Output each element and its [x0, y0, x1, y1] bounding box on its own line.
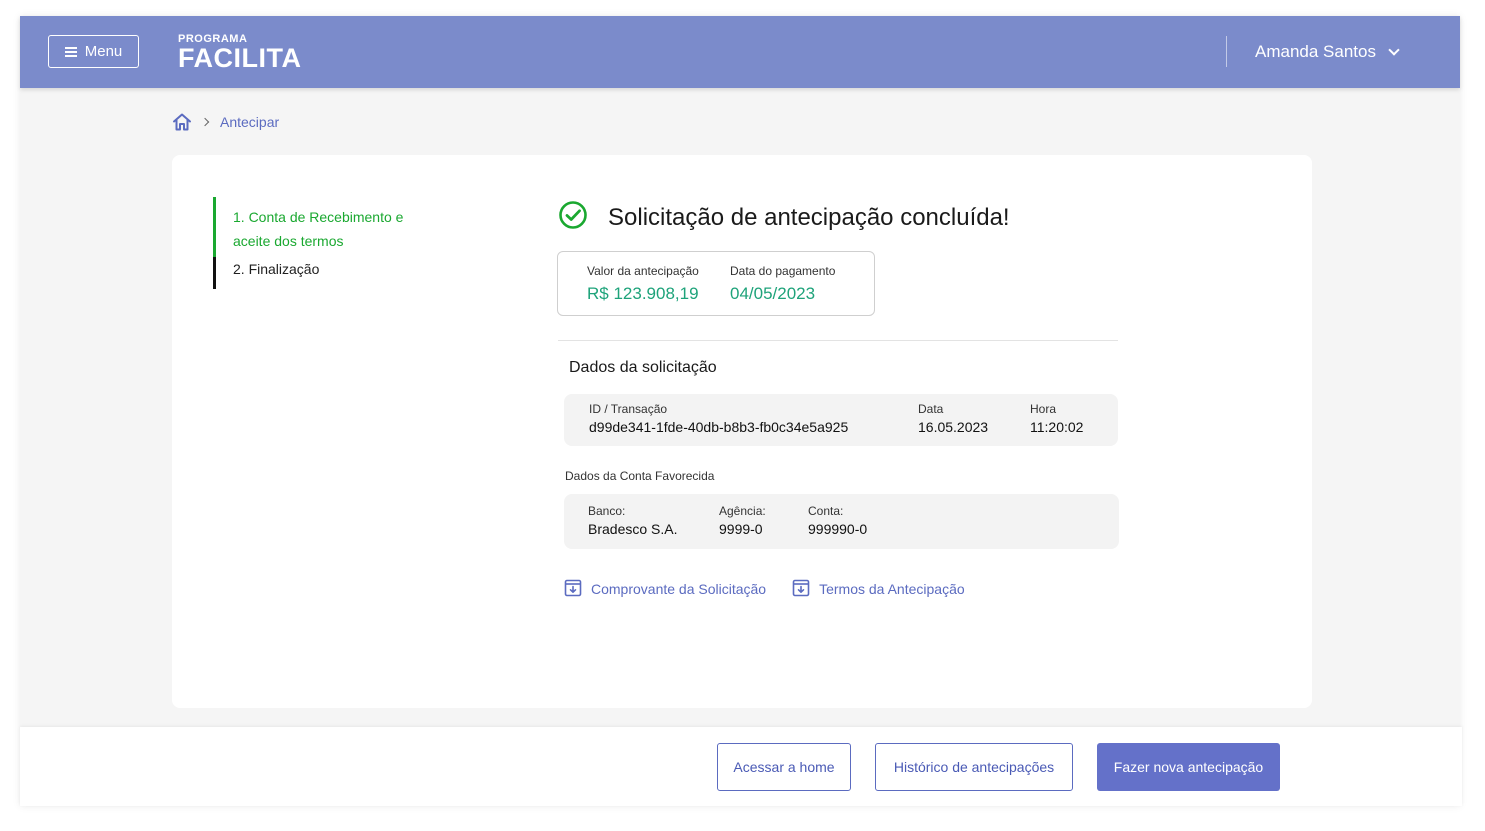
transaction-id-block: ID / Transação d99de341-1fde-40db-b8b3-f…: [589, 402, 848, 435]
receipt-link[interactable]: Comprovante da Solicitação: [564, 579, 766, 600]
account-section-title: Dados da Conta Favorecida: [565, 469, 715, 483]
receipt-link-label: Comprovante da Solicitação: [591, 581, 767, 597]
account-block: Conta: 999990-0: [808, 504, 867, 537]
check-circle-icon: [558, 200, 588, 237]
bank-block: Banco: Bradesco S.A.: [588, 504, 678, 537]
chevron-right-icon: [200, 117, 210, 127]
breadcrumb-current[interactable]: Antecipar: [220, 114, 279, 130]
download-box-icon: [564, 579, 582, 600]
app-window: Menu PROGRAMA FACILITA Amanda Santos Ant…: [20, 16, 1462, 806]
stepper: 1. Conta de Recebimento e aceite dos ter…: [213, 197, 473, 289]
request-date-label: Data: [918, 402, 944, 416]
document-links: Comprovante da Solicitação Termos da Ant…: [564, 579, 965, 599]
request-time-value: 11:20:02: [1030, 419, 1084, 435]
request-date-block: Data 16.05.2023: [918, 402, 988, 435]
chevron-down-icon: [1388, 43, 1400, 56]
agency-block: Agência: 9999-0: [719, 504, 766, 537]
request-time-label: Hora: [1030, 402, 1057, 416]
menu-button[interactable]: Menu: [48, 35, 139, 68]
transaction-id-value: d99de341-1fde-40db-b8b3-fb0c34e5a925: [589, 419, 849, 435]
step-finalization: 2. Finalização: [213, 257, 473, 289]
logo-big-text: FACILITA: [178, 43, 302, 73]
success-title: Solicitação de antecipação concluída!: [608, 204, 1010, 231]
terms-link-label: Termos da Antecipação: [819, 581, 965, 597]
footer-actions: Acessar a home Histórico de antecipações…: [20, 727, 1462, 806]
user-menu[interactable]: Amanda Santos: [1255, 41, 1400, 63]
main-card: 1. Conta de Recebimento e aceite dos ter…: [172, 155, 1312, 708]
terms-link[interactable]: Termos da Antecipação: [792, 579, 965, 600]
request-section-title: Dados da solicitação: [569, 359, 717, 376]
success-heading: Solicitação de antecipação concluída!: [558, 200, 1010, 233]
home-button[interactable]: Acessar a home: [717, 743, 851, 791]
program-logo[interactable]: PROGRAMA FACILITA: [178, 33, 302, 73]
amount-block: Valor da antecipação R$ 123.908,19: [587, 264, 699, 304]
account-details-box: Banco: Bradesco S.A. Agência: 9999-0 Con…: [564, 494, 1119, 549]
agency-label: Agência:: [719, 504, 766, 518]
bank-label: Banco:: [588, 504, 626, 518]
payment-date-value: 04/05/2023: [730, 284, 816, 303]
history-button[interactable]: Histórico de antecipações: [875, 743, 1073, 791]
request-details-box: ID / Transação d99de341-1fde-40db-b8b3-f…: [564, 394, 1118, 446]
agency-value: 9999-0: [719, 521, 763, 537]
payment-date-block: Data do pagamento 04/05/2023: [730, 264, 835, 304]
payment-date-label: Data do pagamento: [730, 264, 836, 278]
anticipation-summary: Valor da antecipação R$ 123.908,19 Data …: [557, 251, 875, 316]
account-label: Conta:: [808, 504, 844, 518]
request-date-value: 16.05.2023: [918, 419, 989, 435]
bank-value: Bradesco S.A.: [588, 521, 678, 537]
hamburger-icon: [64, 47, 77, 57]
section-divider: [558, 340, 1118, 341]
top-header: Menu PROGRAMA FACILITA Amanda Santos: [20, 16, 1460, 88]
amount-value: R$ 123.908,19: [587, 284, 699, 303]
step-account-terms: 1. Conta de Recebimento e aceite dos ter…: [213, 197, 433, 257]
header-divider: [1226, 36, 1227, 67]
user-name: Amanda Santos: [1255, 42, 1376, 61]
request-time-block: Hora 11:20:02: [1030, 402, 1083, 435]
home-icon[interactable]: [172, 113, 192, 131]
transaction-id-label: ID / Transação: [589, 402, 668, 416]
menu-button-label: Menu: [84, 43, 123, 60]
account-value: 999990-0: [808, 521, 868, 537]
download-box-icon: [792, 579, 810, 600]
new-anticipation-button[interactable]: Fazer nova antecipação: [1097, 743, 1280, 791]
amount-label: Valor da antecipação: [587, 264, 699, 278]
breadcrumb: Antecipar: [172, 112, 279, 132]
